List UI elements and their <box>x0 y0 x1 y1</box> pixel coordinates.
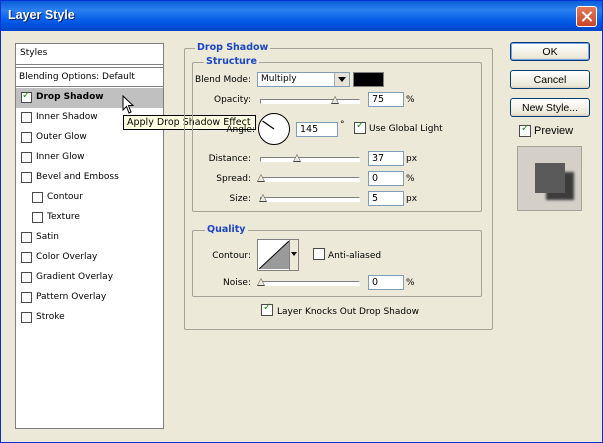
structure-title: Structure <box>204 56 259 67</box>
mouse-pointer-icon <box>122 95 135 114</box>
style-item-inner-glow[interactable]: Inner Glow <box>16 148 163 168</box>
angle-label: Angle: <box>226 125 255 135</box>
style-item-pattern-overlay[interactable]: Pattern Overlay <box>16 288 163 308</box>
anti-aliased-checkbox[interactable] <box>313 248 325 260</box>
preview-checkbox[interactable] <box>519 123 531 137</box>
style-item-label: Pattern Overlay <box>36 292 107 302</box>
style-item-label: Contour <box>47 192 83 202</box>
style-checkbox[interactable] <box>21 312 32 323</box>
window-title: Layer Style <box>8 8 75 22</box>
style-item-drop-shadow[interactable]: Drop Shadow <box>16 88 163 108</box>
opacity-slider-thumb[interactable] <box>330 96 339 104</box>
style-item-stroke[interactable]: Stroke <box>16 308 163 328</box>
noise-label: Noise: <box>223 278 251 288</box>
style-checkbox[interactable] <box>21 112 32 123</box>
style-checkbox[interactable] <box>21 232 32 243</box>
style-item-label: Satin <box>36 232 59 242</box>
spread-unit: % <box>406 174 415 184</box>
style-item-contour[interactable]: Contour <box>16 188 163 208</box>
spread-slider-thumb[interactable] <box>257 174 265 182</box>
style-item-satin[interactable]: Satin <box>16 228 163 248</box>
style-item-label: Inner Shadow <box>36 112 98 122</box>
opacity-slider[interactable] <box>260 96 360 104</box>
new-style-button[interactable]: New Style... <box>510 98 590 117</box>
angle-input[interactable]: 145 <box>296 122 338 137</box>
size-slider-thumb[interactable] <box>258 194 267 202</box>
size-unit: px <box>406 194 418 204</box>
title-bar[interactable]: Layer Style <box>1 1 602 31</box>
opacity-input[interactable]: 75 <box>368 92 404 107</box>
layer-knocks-out-label[interactable]: Layer Knocks Out Drop Shadow <box>277 307 419 317</box>
chevron-down-icon <box>291 252 297 256</box>
noise-unit: % <box>406 278 415 288</box>
opacity-unit: % <box>406 95 415 105</box>
style-item-label: Bevel and Emboss <box>36 172 119 182</box>
chevron-down-icon <box>334 73 349 86</box>
style-item-color-overlay[interactable]: Color Overlay <box>16 248 163 268</box>
styles-list: Styles Blending Options: Default Drop Sh… <box>15 43 164 429</box>
distance-label: Distance: <box>208 154 251 164</box>
style-item-label: Color Overlay <box>36 252 98 262</box>
size-label: Size: <box>229 194 251 204</box>
angle-unit: ° <box>340 120 345 130</box>
cancel-button[interactable]: Cancel <box>510 70 590 89</box>
spread-label: Spread: <box>216 174 251 184</box>
close-button[interactable] <box>576 6 597 27</box>
layer-knocks-out-checkbox[interactable] <box>261 302 273 316</box>
style-item-label: Outer Glow <box>36 132 87 142</box>
anti-aliased-label[interactable]: Anti-aliased <box>328 251 381 261</box>
layer-style-dialog: Layer Style Styles Blending Options: Def… <box>0 0 603 443</box>
use-global-light-checkbox[interactable] <box>354 120 366 134</box>
style-item-label: Stroke <box>36 312 65 322</box>
distance-slider[interactable] <box>260 154 360 162</box>
opacity-label: Opacity: <box>214 95 251 105</box>
noise-slider[interactable] <box>257 278 360 286</box>
style-item-gradient-overlay[interactable]: Gradient Overlay <box>16 268 163 288</box>
blend-mode-select[interactable]: Multiply <box>257 72 350 87</box>
preview-thumbnail <box>517 146 582 211</box>
use-global-light-label[interactable]: Use Global Light <box>369 124 443 134</box>
styles-header[interactable]: Styles <box>16 44 163 65</box>
ok-button[interactable]: OK <box>510 42 590 61</box>
size-slider[interactable] <box>258 194 360 202</box>
style-item-outer-glow[interactable]: Outer Glow <box>16 128 163 148</box>
noise-slider-thumb[interactable] <box>257 278 265 286</box>
spread-slider[interactable] <box>257 174 360 182</box>
preview-swatch <box>535 163 565 193</box>
contour-dropdown-arrow[interactable] <box>289 240 298 270</box>
style-checkbox[interactable] <box>21 152 32 163</box>
style-checkbox[interactable] <box>21 252 32 263</box>
shadow-color-swatch[interactable] <box>353 72 384 87</box>
blend-mode-value: Multiply <box>261 74 297 84</box>
style-item-texture[interactable]: Texture <box>16 208 163 228</box>
style-item-label: Texture <box>47 212 80 222</box>
distance-unit: px <box>406 154 418 164</box>
quality-title: Quality <box>205 224 248 235</box>
style-item-label: Inner Glow <box>36 152 85 162</box>
size-input[interactable]: 5 <box>368 191 404 206</box>
style-checkbox[interactable] <box>21 90 32 103</box>
style-checkbox[interactable] <box>21 172 32 183</box>
distance-input[interactable]: 37 <box>368 151 404 166</box>
style-checkbox[interactable] <box>21 132 32 143</box>
contour-label: Contour: <box>212 251 251 261</box>
style-item-bevel-and-emboss[interactable]: Bevel and Emboss <box>16 168 163 188</box>
angle-dial[interactable] <box>257 112 291 146</box>
preview-label[interactable]: Preview <box>534 125 573 137</box>
noise-input[interactable]: 0 <box>368 275 404 290</box>
style-checkbox[interactable] <box>32 212 43 223</box>
blending-options-item[interactable]: Blending Options: Default <box>16 67 163 87</box>
style-checkbox[interactable] <box>32 192 43 203</box>
style-item-label: Drop Shadow <box>36 92 104 102</box>
style-checkbox[interactable] <box>21 272 32 283</box>
distance-slider-thumb[interactable] <box>293 154 302 162</box>
style-checkbox[interactable] <box>21 292 32 303</box>
drop-shadow-title: Drop Shadow <box>195 42 271 53</box>
style-item-label: Gradient Overlay <box>36 272 114 282</box>
contour-linear-icon <box>259 241 289 269</box>
contour-picker[interactable] <box>257 239 299 271</box>
blend-mode-label: Blend Mode: <box>194 75 251 85</box>
spread-input[interactable]: 0 <box>368 171 404 186</box>
